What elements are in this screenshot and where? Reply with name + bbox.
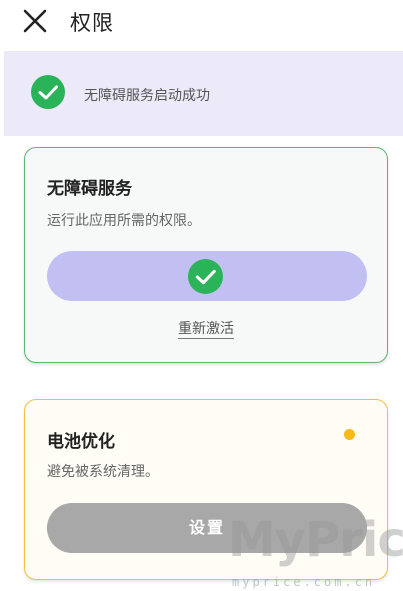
banner-text: 无障碍服务启动成功 <box>84 88 210 104</box>
check-circle-icon <box>188 259 223 294</box>
success-banner: 无障碍服务启动成功 <box>4 51 403 136</box>
settings-button[interactable]: 设置 <box>47 503 367 553</box>
status-dot <box>344 429 355 440</box>
battery-card-title: 电池优化 <box>47 432 115 452</box>
accessibility-service-card: 无障碍服务 运行此应用所需的权限。 重新激活 <box>24 147 388 363</box>
close-icon <box>23 9 47 33</box>
close-button[interactable] <box>22 8 48 34</box>
accessibility-enabled-button[interactable] <box>47 251 367 301</box>
battery-optimization-card: 电池优化 避免被系统清理。 设置 <box>24 399 388 580</box>
top-bar: 权限 <box>0 0 403 46</box>
accessibility-card-title: 无障碍服务 <box>47 179 132 199</box>
accessibility-card-description: 运行此应用所需的权限。 <box>47 213 201 229</box>
reactivate-link[interactable]: 重新激活 <box>25 318 387 339</box>
page-title: 权限 <box>70 11 114 35</box>
battery-card-description: 避免被系统清理。 <box>47 464 159 480</box>
check-circle-icon <box>31 75 65 109</box>
reactivate-label: 重新激活 <box>178 321 234 339</box>
